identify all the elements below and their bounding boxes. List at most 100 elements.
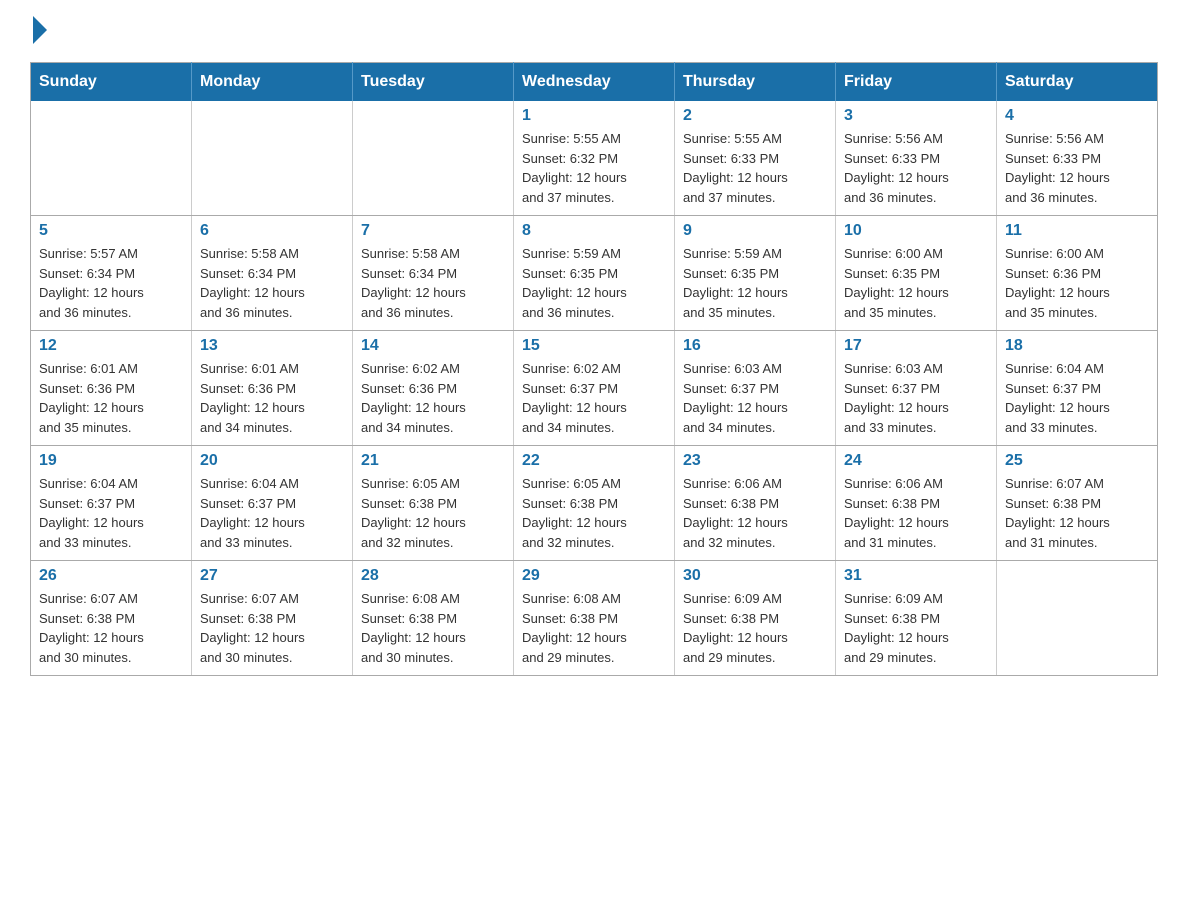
week-row-4: 19 Sunrise: 6:04 AM Sunset: 6:37 PM Dayli… [31,446,1158,561]
day-info: Sunrise: 6:09 AM Sunset: 6:38 PM Dayligh… [844,589,988,667]
week-row-5: 26 Sunrise: 6:07 AM Sunset: 6:38 PM Dayli… [31,561,1158,676]
day-number: 26 [39,567,183,585]
day-info: Sunrise: 6:08 AM Sunset: 6:38 PM Dayligh… [361,589,505,667]
day-number: 4 [1005,107,1149,125]
day-number: 17 [844,337,988,355]
calendar-cell: 26 Sunrise: 6:07 AM Sunset: 6:38 PM Dayli… [31,561,192,676]
calendar-cell: 29 Sunrise: 6:08 AM Sunset: 6:38 PM Dayli… [514,561,675,676]
logo-arrow-icon [33,16,47,44]
calendar-table: SundayMondayTuesdayWednesdayThursdayFrid… [30,62,1158,676]
weekday-header-tuesday: Tuesday [353,63,514,102]
calendar-cell: 30 Sunrise: 6:09 AM Sunset: 6:38 PM Dayli… [675,561,836,676]
day-number: 22 [522,452,666,470]
calendar-cell: 11 Sunrise: 6:00 AM Sunset: 6:36 PM Dayli… [997,216,1158,331]
day-info: Sunrise: 6:00 AM Sunset: 6:36 PM Dayligh… [1005,244,1149,322]
day-number: 1 [522,107,666,125]
day-number: 6 [200,222,344,240]
weekday-header-thursday: Thursday [675,63,836,102]
day-number: 18 [1005,337,1149,355]
day-info: Sunrise: 6:09 AM Sunset: 6:38 PM Dayligh… [683,589,827,667]
day-info: Sunrise: 6:05 AM Sunset: 6:38 PM Dayligh… [361,474,505,552]
day-info: Sunrise: 6:04 AM Sunset: 6:37 PM Dayligh… [200,474,344,552]
weekday-header-monday: Monday [192,63,353,102]
day-info: Sunrise: 6:04 AM Sunset: 6:37 PM Dayligh… [1005,359,1149,437]
day-number: 20 [200,452,344,470]
day-number: 13 [200,337,344,355]
day-info: Sunrise: 5:55 AM Sunset: 6:32 PM Dayligh… [522,129,666,207]
day-number: 8 [522,222,666,240]
calendar-cell: 4 Sunrise: 5:56 AM Sunset: 6:33 PM Daylig… [997,101,1158,216]
calendar-cell: 23Sunrise: 6:06 AM Sunset: 6:38 PM Dayli… [675,446,836,561]
calendar-cell: 15 Sunrise: 6:02 AM Sunset: 6:37 PM Dayli… [514,331,675,446]
calendar-cell: 24 Sunrise: 6:06 AM Sunset: 6:38 PM Dayli… [836,446,997,561]
calendar-cell: 16Sunrise: 6:03 AM Sunset: 6:37 PM Dayli… [675,331,836,446]
day-info: Sunrise: 6:08 AM Sunset: 6:38 PM Dayligh… [522,589,666,667]
calendar-cell: 7 Sunrise: 5:58 AM Sunset: 6:34 PM Daylig… [353,216,514,331]
calendar-cell: 6 Sunrise: 5:58 AM Sunset: 6:34 PM Daylig… [192,216,353,331]
day-info: Sunrise: 6:01 AM Sunset: 6:36 PM Dayligh… [200,359,344,437]
weekday-header-sunday: Sunday [31,63,192,102]
calendar-cell: 10 Sunrise: 6:00 AM Sunset: 6:35 PM Dayli… [836,216,997,331]
day-info: Sunrise: 5:56 AM Sunset: 6:33 PM Dayligh… [1005,129,1149,207]
calendar-cell: 27 Sunrise: 6:07 AM Sunset: 6:38 PM Dayli… [192,561,353,676]
calendar-cell: 20 Sunrise: 6:04 AM Sunset: 6:37 PM Dayli… [192,446,353,561]
day-info: Sunrise: 6:07 AM Sunset: 6:38 PM Dayligh… [39,589,183,667]
day-info: Sunrise: 5:58 AM Sunset: 6:34 PM Dayligh… [200,244,344,322]
weekday-header-saturday: Saturday [997,63,1158,102]
day-number: 2 [683,107,827,125]
calendar-cell [997,561,1158,676]
weekday-header-row: SundayMondayTuesdayWednesdayThursdayFrid… [31,63,1158,102]
day-info: Sunrise: 6:07 AM Sunset: 6:38 PM Dayligh… [200,589,344,667]
page-header [30,20,1158,42]
day-number: 9 [683,222,827,240]
day-number: 31 [844,567,988,585]
day-number: 29 [522,567,666,585]
day-info: Sunrise: 6:02 AM Sunset: 6:36 PM Dayligh… [361,359,505,437]
calendar-cell: 13 Sunrise: 6:01 AM Sunset: 6:36 PM Dayli… [192,331,353,446]
day-number: 7 [361,222,505,240]
day-number: 24 [844,452,988,470]
day-number: 25 [1005,452,1149,470]
weekday-header-wednesday: Wednesday [514,63,675,102]
calendar-cell: 3Sunrise: 5:56 AM Sunset: 6:33 PM Daylig… [836,101,997,216]
day-info: Sunrise: 5:55 AM Sunset: 6:33 PM Dayligh… [683,129,827,207]
day-info: Sunrise: 5:59 AM Sunset: 6:35 PM Dayligh… [683,244,827,322]
calendar-cell: 18 Sunrise: 6:04 AM Sunset: 6:37 PM Dayli… [997,331,1158,446]
calendar-cell: 9 Sunrise: 5:59 AM Sunset: 6:35 PM Daylig… [675,216,836,331]
day-info: Sunrise: 5:59 AM Sunset: 6:35 PM Dayligh… [522,244,666,322]
day-number: 11 [1005,222,1149,240]
week-row-1: 1 Sunrise: 5:55 AM Sunset: 6:32 PM Daylig… [31,101,1158,216]
day-number: 28 [361,567,505,585]
day-info: Sunrise: 5:58 AM Sunset: 6:34 PM Dayligh… [361,244,505,322]
calendar-cell: 31 Sunrise: 6:09 AM Sunset: 6:38 PM Dayli… [836,561,997,676]
day-number: 14 [361,337,505,355]
calendar-cell: 2 Sunrise: 5:55 AM Sunset: 6:33 PM Daylig… [675,101,836,216]
week-row-3: 12 Sunrise: 6:01 AM Sunset: 6:36 PM Dayli… [31,331,1158,446]
day-info: Sunrise: 6:06 AM Sunset: 6:38 PM Dayligh… [683,474,827,552]
calendar-cell [353,101,514,216]
day-number: 19 [39,452,183,470]
calendar-cell: 21Sunrise: 6:05 AM Sunset: 6:38 PM Dayli… [353,446,514,561]
day-number: 30 [683,567,827,585]
day-number: 12 [39,337,183,355]
calendar-cell [192,101,353,216]
week-row-2: 5Sunrise: 5:57 AM Sunset: 6:34 PM Daylig… [31,216,1158,331]
calendar-cell: 28 Sunrise: 6:08 AM Sunset: 6:38 PM Dayli… [353,561,514,676]
calendar-cell: 19Sunrise: 6:04 AM Sunset: 6:37 PM Dayli… [31,446,192,561]
day-number: 10 [844,222,988,240]
calendar-cell: 8 Sunrise: 5:59 AM Sunset: 6:35 PM Daylig… [514,216,675,331]
calendar-cell: 1 Sunrise: 5:55 AM Sunset: 6:32 PM Daylig… [514,101,675,216]
day-number: 15 [522,337,666,355]
day-info: Sunrise: 6:05 AM Sunset: 6:38 PM Dayligh… [522,474,666,552]
day-info: Sunrise: 6:02 AM Sunset: 6:37 PM Dayligh… [522,359,666,437]
day-info: Sunrise: 6:03 AM Sunset: 6:37 PM Dayligh… [844,359,988,437]
day-number: 5 [39,222,183,240]
calendar-cell [31,101,192,216]
day-number: 16 [683,337,827,355]
day-info: Sunrise: 6:06 AM Sunset: 6:38 PM Dayligh… [844,474,988,552]
day-info: Sunrise: 6:00 AM Sunset: 6:35 PM Dayligh… [844,244,988,322]
calendar-cell: 5Sunrise: 5:57 AM Sunset: 6:34 PM Daylig… [31,216,192,331]
calendar-cell: 25Sunrise: 6:07 AM Sunset: 6:38 PM Dayli… [997,446,1158,561]
day-number: 27 [200,567,344,585]
calendar-cell: 17 Sunrise: 6:03 AM Sunset: 6:37 PM Dayli… [836,331,997,446]
